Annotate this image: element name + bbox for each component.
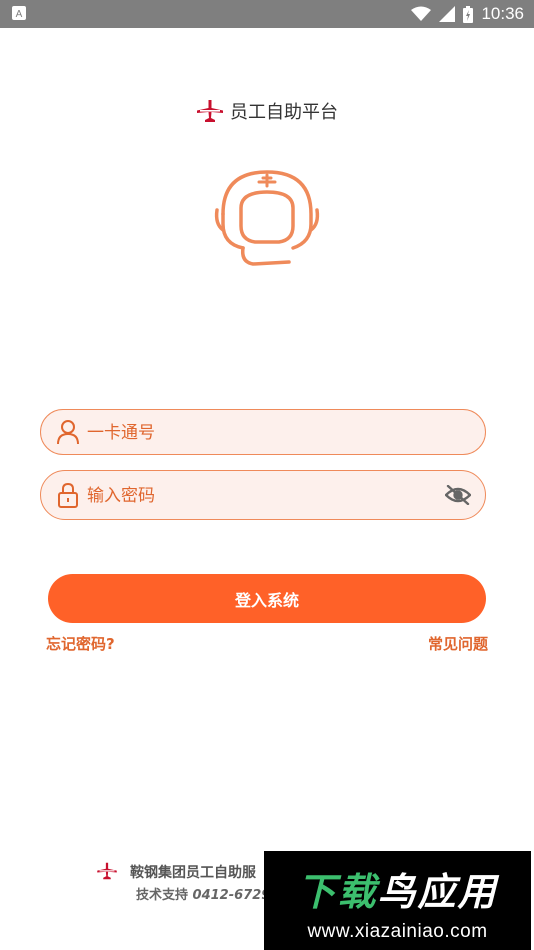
faq-link[interactable]: 常见问题: [428, 633, 488, 654]
footer-company-name: 鞍钢集团员工自助服: [130, 865, 256, 881]
card-number-field[interactable]: [40, 409, 486, 456]
watermark-banner: 下载鸟应用 www.xiazainiao.com: [264, 851, 531, 950]
footer-plane-logo-icon: [97, 862, 117, 880]
login-button[interactable]: 登入系统: [48, 574, 486, 623]
wifi-icon: [411, 6, 432, 21]
app-title: 员工自助平台: [230, 102, 338, 123]
watermark-url: www.xiazainiao.com: [307, 921, 488, 942]
user-icon: [57, 420, 79, 445]
watermark-title: 下载鸟应用: [264, 861, 531, 916]
status-bar: A 10:36: [0, 0, 534, 28]
cell-signal-icon: [439, 6, 456, 22]
footer-support-line: 技术支持 0412-67292: [136, 884, 279, 903]
support-label: 技术支持: [136, 888, 189, 903]
plane-logo-icon: [197, 100, 223, 122]
card-number-input[interactable]: [85, 410, 449, 456]
brand-header: 员工自助平台: [0, 98, 534, 124]
hide-password-icon[interactable]: [445, 485, 471, 505]
notification-a-icon: A: [12, 6, 26, 20]
svg-text:A: A: [16, 9, 23, 20]
battery-icon: [463, 5, 474, 23]
password-field[interactable]: [40, 470, 486, 521]
pilot-helmet-avatar-icon: [214, 170, 320, 266]
watermark-title-part2: 鸟应用: [377, 870, 498, 914]
forgot-password-link[interactable]: 忘记密码?: [46, 633, 115, 654]
status-time: 10:36: [481, 4, 524, 23]
password-input[interactable]: [85, 471, 449, 521]
lock-icon: [58, 482, 78, 508]
watermark-title-part1: 下载: [297, 870, 378, 914]
